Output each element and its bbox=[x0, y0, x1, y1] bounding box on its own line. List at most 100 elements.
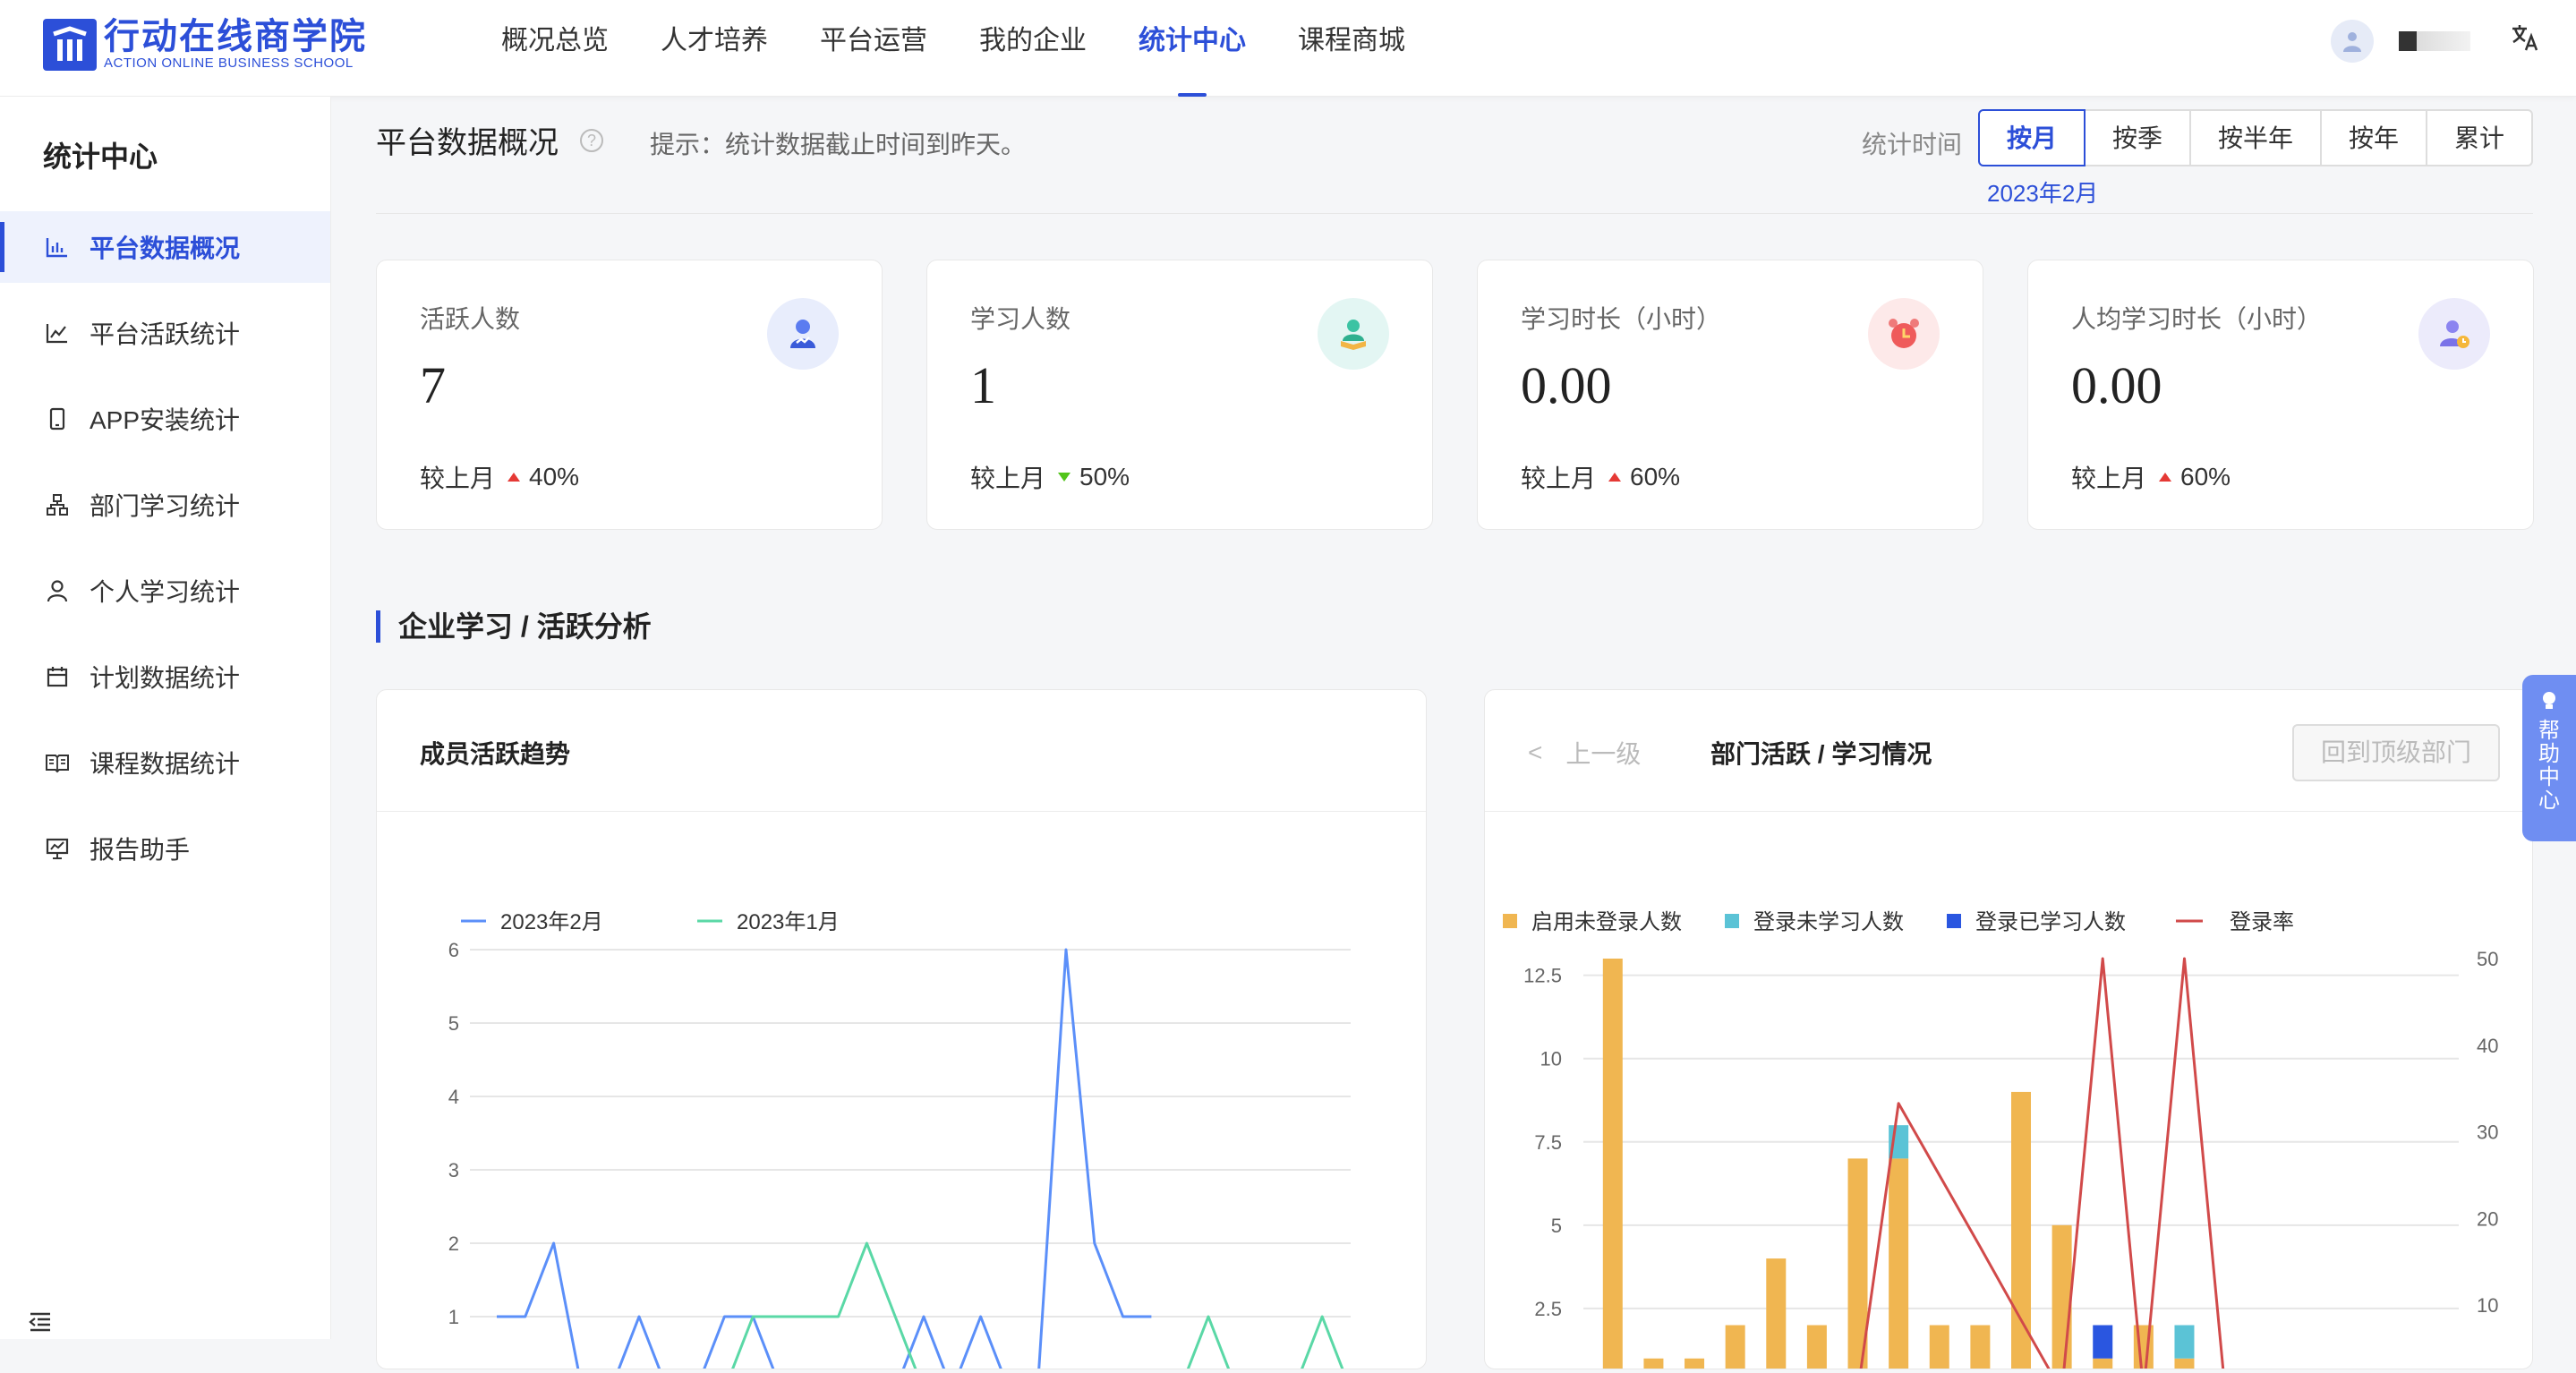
legend-label: 登录率 bbox=[2230, 910, 2294, 934]
kpi-change: 40% bbox=[529, 463, 580, 490]
user-icon bbox=[43, 576, 72, 605]
book-icon bbox=[43, 748, 72, 777]
kpi-card-learning-users: 学习人数 1 较上月 50% bbox=[926, 260, 1433, 530]
nav-operations[interactable]: 平台运营 bbox=[820, 0, 927, 97]
period-month-button[interactable]: 按月 bbox=[1978, 109, 2086, 166]
trend-up-icon bbox=[1608, 473, 1622, 482]
panel-title: 部门活跃 / 学习情况 bbox=[1710, 740, 1932, 768]
top-navigation-bar: 行动在线商学院 ACTION ONLINE BUSINESS SCHOOL 概况… bbox=[0, 0, 2576, 97]
legend-label: 2023年2月 bbox=[500, 910, 603, 934]
y-left-tick-label: 10 bbox=[1540, 1048, 1562, 1070]
bar-0-2 bbox=[1685, 1358, 1705, 1373]
sidebar-item-report[interactable]: 报告助手 bbox=[0, 813, 330, 884]
org-tree-icon bbox=[43, 490, 72, 519]
y-right-tick-label: 30 bbox=[2477, 1121, 2498, 1144]
nav-statistics[interactable]: 统计中心 bbox=[1139, 0, 1246, 97]
kpi-value: 0.00 bbox=[1521, 356, 1612, 414]
period-half-year-button[interactable]: 按半年 bbox=[2189, 109, 2322, 166]
y-tick-label: 3 bbox=[448, 1159, 459, 1181]
sidebar-item-label: 报告助手 bbox=[90, 836, 191, 864]
bar-0-11 bbox=[2051, 1224, 2072, 1373]
nav-overview[interactable]: 概况总览 bbox=[501, 0, 609, 97]
sidebar-title: 统计中心 bbox=[43, 141, 158, 173]
legend-label: 2023年1月 bbox=[737, 910, 840, 934]
sidebar-item-label: 平台数据概况 bbox=[90, 235, 241, 262]
brand-logo[interactable]: 行动在线商学院 ACTION ONLINE BUSINESS SCHOOL bbox=[43, 18, 367, 72]
sidebar-item-activity[interactable]: 平台活跃统计 bbox=[0, 297, 330, 369]
up-level-button[interactable]: < 上一级 bbox=[1528, 735, 1641, 771]
member-activity-panel: 成员活跃趋势 2023年2月 2023年1月 1 2 3 4 5 6 bbox=[376, 689, 1427, 1373]
alarm-clock-icon bbox=[1868, 298, 1940, 370]
report-icon bbox=[43, 834, 72, 863]
sidebar-item-plan[interactable]: 计划数据统计 bbox=[0, 641, 330, 712]
bar-0-0 bbox=[1602, 959, 1623, 1373]
y-tick-label: 5 bbox=[448, 1012, 459, 1035]
kpi-label: 学习人数 bbox=[970, 305, 1071, 333]
y-right-tick-label: 20 bbox=[2477, 1207, 2498, 1230]
kpi-value: 1 bbox=[970, 356, 996, 414]
kpi-cards: 活跃人数 7 较上月 40% 学习人数 1 较上月 50% 学习时长（小时） 0.0… bbox=[376, 260, 2576, 530]
period-year-button[interactable]: 按年 bbox=[2320, 109, 2427, 166]
help-center-tab[interactable]: 帮助中心 bbox=[2522, 675, 2576, 841]
kpi-compare-label: 较上月 bbox=[420, 465, 496, 492]
legend-label: 登录未学习人数 bbox=[1753, 910, 1904, 934]
nav-my-company[interactable]: 我的企业 bbox=[979, 0, 1087, 97]
line-chart-icon bbox=[43, 319, 72, 347]
divider bbox=[376, 213, 2533, 214]
kpi-value: 7 bbox=[420, 356, 446, 414]
bar-0-4 bbox=[1766, 1258, 1787, 1373]
y-right-tick-label: 10 bbox=[2477, 1294, 2498, 1317]
sidebar-item-department[interactable]: 部门学习统计 bbox=[0, 469, 330, 541]
y-tick-label: 4 bbox=[448, 1086, 459, 1108]
kpi-label: 人均学习时长（小时） bbox=[2071, 305, 2323, 333]
bar-0-3 bbox=[1725, 1325, 1745, 1373]
y-right-tick-label: 40 bbox=[2477, 1035, 2498, 1057]
logo-title-en: ACTION ONLINE BUSINESS SCHOOL bbox=[104, 55, 354, 71]
nav-talent[interactable]: 人才培养 bbox=[661, 0, 768, 97]
chevron-left-icon: < bbox=[1528, 738, 1543, 766]
panel-title: 成员活跃趋势 bbox=[420, 740, 571, 768]
calendar-icon bbox=[43, 662, 72, 691]
bar-0-1 bbox=[1643, 1358, 1664, 1373]
sidebar-item-label: APP安装统计 bbox=[90, 406, 241, 434]
logo-title-cn: 行动在线商学院 bbox=[104, 17, 367, 56]
bar-chart-icon bbox=[43, 233, 72, 261]
avatar[interactable] bbox=[2331, 20, 2374, 63]
kpi-label: 活跃人数 bbox=[420, 305, 521, 333]
series-line-1 bbox=[497, 948, 1152, 1373]
back-to-top-department-button[interactable]: 回到顶级部门 bbox=[2292, 724, 2500, 781]
bar-0-10 bbox=[2011, 1091, 2031, 1373]
current-period: 2023年2月 bbox=[1987, 180, 2099, 207]
bar-1-14 bbox=[2174, 1325, 2195, 1359]
translate-icon[interactable] bbox=[2510, 22, 2540, 60]
sidebar-item-course[interactable]: 课程数据统计 bbox=[0, 727, 330, 798]
nav-course-store[interactable]: 课程商城 bbox=[1298, 0, 1405, 97]
kpi-label: 学习时长（小时） bbox=[1521, 305, 1722, 333]
trend-up-icon bbox=[508, 473, 521, 482]
period-quarter-button[interactable]: 按季 bbox=[2084, 109, 2191, 166]
kpi-value: 0.00 bbox=[2071, 356, 2162, 414]
y-right-tick-label: 50 bbox=[2477, 948, 2498, 970]
username-redacted[interactable] bbox=[2399, 31, 2470, 51]
legend-label: 启用未登录人数 bbox=[1531, 910, 1682, 934]
bar-0-14 bbox=[2174, 1358, 2195, 1373]
bar-0-12 bbox=[2093, 1358, 2113, 1373]
legend-label: 登录已学习人数 bbox=[1975, 910, 2126, 934]
department-activity-panel: < 上一级 部门活跃 / 学习情况 回到顶级部门 启用未登录人数 登录未学习人数 登录… bbox=[1484, 689, 2533, 1373]
up-level-label: 上一级 bbox=[1565, 740, 1642, 768]
page-title: 平台数据概况 bbox=[376, 126, 559, 160]
hint-text: 提示：统计数据截止时间到昨天。 bbox=[650, 131, 1027, 158]
sidebar-item-platform-overview[interactable]: 平台数据概况 bbox=[0, 211, 330, 283]
logo-mark-icon bbox=[43, 19, 97, 71]
y-tick-label: 6 bbox=[448, 939, 459, 961]
sidebar-item-personal[interactable]: 个人学习统计 bbox=[0, 555, 330, 627]
bar-0-9 bbox=[1970, 1325, 1991, 1373]
y-left-tick-label: 12.5 bbox=[1523, 965, 1562, 987]
sidebar-item-app-install[interactable]: APP安装统计 bbox=[0, 383, 330, 455]
collapse-menu-icon[interactable] bbox=[27, 1309, 54, 1335]
avg-time-user-icon bbox=[2418, 298, 2490, 370]
y-tick-label: 1 bbox=[448, 1306, 459, 1328]
legend-swatch bbox=[1725, 914, 1739, 928]
question-icon[interactable]: ? bbox=[580, 129, 603, 152]
period-cumulative-button[interactable]: 累计 bbox=[2426, 109, 2533, 166]
